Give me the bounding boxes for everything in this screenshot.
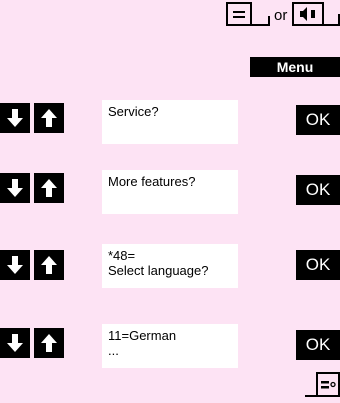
display-select-language: *48= Select language? [102,244,238,288]
arrow-up-icon [41,179,57,197]
arrow-up-key[interactable] [34,103,64,133]
arrow-down-icon [7,179,23,197]
arrow-up-icon [41,256,57,274]
arrow-up-key[interactable] [34,173,64,203]
ok-button[interactable]: OK [296,105,340,135]
display-line: ... [108,343,119,358]
display-line: Select language? [108,263,209,278]
arrow-down-icon [7,334,23,352]
display-line: *48= [108,248,136,263]
ok-button[interactable]: OK [296,250,340,280]
arrow-down-key[interactable] [0,250,30,280]
menu-button[interactable]: Menu [250,57,340,77]
arrow-up-key[interactable] [34,328,64,358]
arrow-down-key[interactable] [0,328,30,358]
display-line: Service? [108,104,159,119]
ok-button[interactable]: OK [296,175,340,205]
ok-button[interactable]: OK [296,330,340,360]
display-service: Service? [102,100,238,144]
arrow-down-key[interactable] [0,173,30,203]
hangup-key-icon[interactable] [304,372,340,398]
handset-key-icon[interactable] [292,2,340,26]
arrow-down-key[interactable] [0,103,30,133]
arrow-down-icon [7,109,23,127]
or-label: or [274,7,288,24]
speaker-key-icon[interactable] [226,2,270,26]
display-german: 11=German ... [102,324,238,368]
arrow-down-icon [7,256,23,274]
display-line: More features? [108,174,196,189]
arrow-up-key[interactable] [34,250,64,280]
display-more-features: More features? [102,170,238,214]
arrow-up-icon [41,334,57,352]
display-line: 11=German [108,328,177,343]
arrow-up-icon [41,109,57,127]
